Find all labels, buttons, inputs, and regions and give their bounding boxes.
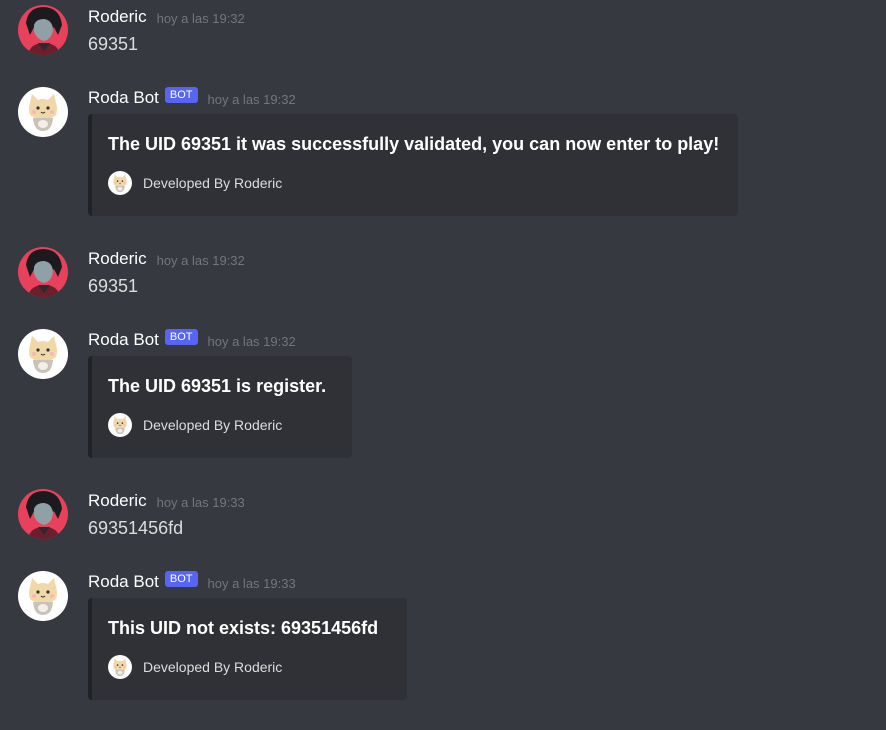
footer-avatar-icon bbox=[108, 171, 132, 195]
message-embed: The UID 69351 is register. Developed By … bbox=[88, 356, 352, 458]
message-username[interactable]: Roderic bbox=[88, 249, 147, 269]
embed-description: This UID not exists: 69351456fd bbox=[108, 618, 379, 638]
message-embed: This UID not exists: 69351456fd Develope… bbox=[88, 598, 407, 700]
message-content: 69351456fd bbox=[88, 518, 184, 538]
bot-tag: BOT bbox=[164, 87, 198, 103]
embed-footer: Developed By Roderic bbox=[108, 171, 282, 195]
roderic-avatar-icon[interactable] bbox=[18, 247, 68, 297]
message-username[interactable]: Roderic bbox=[88, 491, 147, 511]
message-content: 69351 bbox=[88, 276, 139, 296]
message-timestamp: hoy a las 19:32 bbox=[156, 10, 245, 26]
message-timestamp: hoy a las 19:33 bbox=[207, 575, 296, 591]
message-username[interactable]: Roda Bot bbox=[88, 572, 159, 592]
embed-description: The UID 69351 it was successfully valida… bbox=[108, 134, 720, 154]
cat-bot-avatar-icon[interactable] bbox=[18, 87, 68, 137]
message-username[interactable]: Roda Bot bbox=[88, 88, 159, 108]
footer-avatar-icon bbox=[108, 655, 132, 679]
roderic-avatar-icon[interactable] bbox=[18, 489, 68, 539]
cat-bot-avatar-icon[interactable] bbox=[18, 329, 68, 379]
roderic-avatar-icon[interactable] bbox=[18, 5, 68, 55]
embed-description: The UID 69351 is register. bbox=[108, 376, 327, 396]
bot-tag: BOT bbox=[164, 329, 198, 345]
message-content: 69351 bbox=[88, 34, 139, 54]
message-username[interactable]: Roderic bbox=[88, 7, 147, 27]
chat-message-list: Roderic hoy a las 19:32 69351 Roda Bot B… bbox=[0, 0, 886, 730]
footer-avatar-icon bbox=[108, 413, 132, 437]
message-timestamp: hoy a las 19:32 bbox=[156, 252, 245, 268]
embed-footer-text: Developed By Roderic bbox=[143, 659, 283, 675]
message-timestamp: hoy a las 19:33 bbox=[156, 494, 245, 510]
message-embed: The UID 69351 it was successfully valida… bbox=[88, 114, 738, 216]
message-timestamp: hoy a las 19:32 bbox=[207, 333, 296, 349]
embed-footer-text: Developed By Roderic bbox=[143, 175, 283, 191]
embed-footer: Developed By Roderic bbox=[108, 655, 282, 679]
embed-footer-text: Developed By Roderic bbox=[143, 417, 283, 433]
embed-footer: Developed By Roderic bbox=[108, 413, 282, 437]
message-username[interactable]: Roda Bot bbox=[88, 330, 159, 350]
cat-bot-avatar-icon[interactable] bbox=[18, 571, 68, 621]
bot-tag: BOT bbox=[164, 571, 198, 587]
message-timestamp: hoy a las 19:32 bbox=[207, 91, 296, 107]
